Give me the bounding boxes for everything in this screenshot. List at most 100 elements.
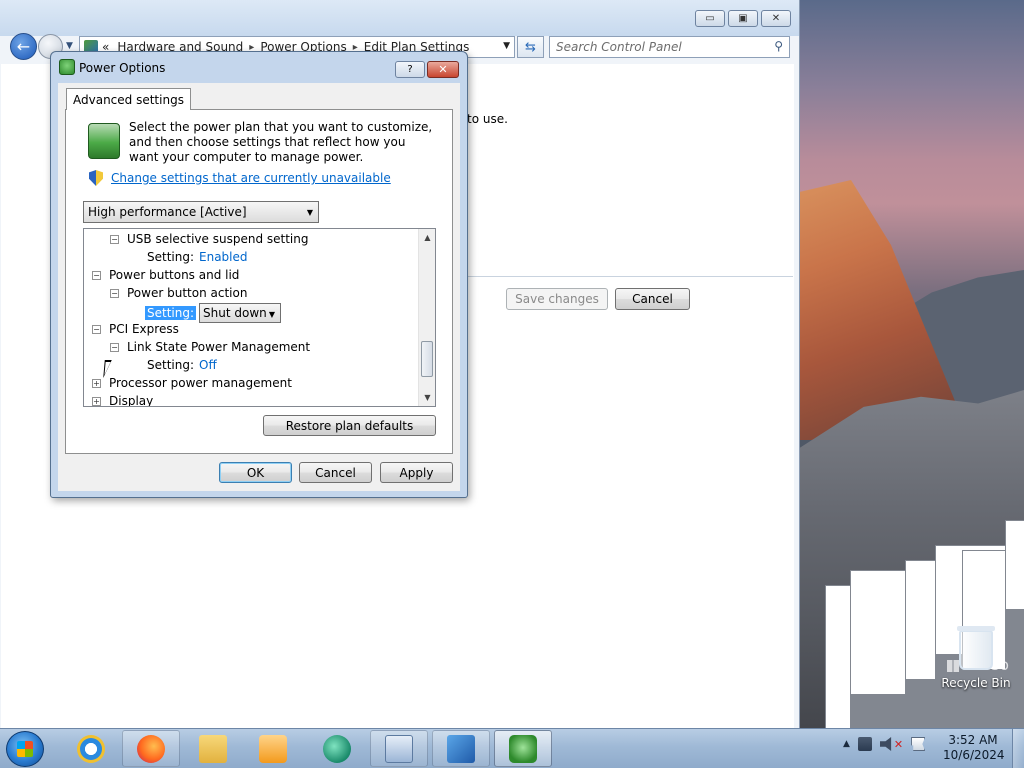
refresh-icon: ⇆ xyxy=(525,39,536,55)
chevron-down-icon: ▼ xyxy=(268,309,276,319)
network-settings-icon xyxy=(447,734,475,763)
volume-muted-icon[interactable] xyxy=(879,737,892,751)
power-button-action-dropdown[interactable]: Shut down ▼ xyxy=(199,302,282,323)
tree-node-pci-express[interactable]: − PCI Express xyxy=(92,320,179,338)
folder-icon xyxy=(199,734,227,763)
power-options-icon xyxy=(59,59,75,75)
minimize-button[interactable]: ▭ xyxy=(695,10,725,27)
power-plan-icon xyxy=(88,123,120,159)
back-button[interactable]: ← xyxy=(10,33,37,60)
maximize-button[interactable]: ▣ xyxy=(728,10,758,27)
change-settings-link[interactable]: Change settings that are currently unava… xyxy=(111,171,391,185)
expand-toggle-icon[interactable]: + xyxy=(92,378,101,388)
setting-label-selected: Setting: xyxy=(145,305,197,320)
setting-label: Setting: xyxy=(147,250,195,264)
tab-advanced-settings[interactable]: Advanced settings xyxy=(66,88,191,110)
close-button[interactable]: ✕ xyxy=(761,10,791,27)
control-panel-titlebar[interactable] xyxy=(0,0,799,36)
apply-button[interactable]: Apply xyxy=(380,462,453,483)
expand-toggle-icon[interactable]: + xyxy=(92,396,101,406)
setting-value[interactable]: Off xyxy=(199,358,217,372)
mouse-cursor-icon xyxy=(103,360,119,378)
window-controls: ▭ ▣ ✕ xyxy=(695,10,791,27)
search-icon[interactable]: ⚲ xyxy=(774,39,783,53)
tree-setting-usb[interactable]: Setting: Enabled xyxy=(147,248,248,266)
show-hidden-icons-button[interactable]: ▲ xyxy=(843,739,850,749)
taskbar-internet-explorer[interactable] xyxy=(62,730,120,767)
tree-node-power-buttons[interactable]: − Power buttons and lid xyxy=(92,266,239,284)
collapse-toggle-icon[interactable]: − xyxy=(110,288,119,298)
show-desktop-button[interactable] xyxy=(1012,729,1024,768)
tree-node-label: USB selective suspend setting xyxy=(127,232,309,246)
taskbar-control-panel[interactable] xyxy=(370,730,428,767)
internet-explorer-icon xyxy=(77,734,105,763)
taskbar-power-options[interactable] xyxy=(494,730,552,767)
collapse-toggle-icon[interactable]: − xyxy=(92,270,101,280)
system-clock[interactable]: 3:52 AM 10/6/2024 xyxy=(943,733,1005,763)
advanced-settings-panel: Select the power plan that you want to c… xyxy=(65,109,453,454)
dialog-close-button[interactable]: ✕ xyxy=(427,61,459,78)
taskbar-media-player[interactable] xyxy=(244,730,302,767)
tree-node-display[interactable]: + Display xyxy=(92,392,154,407)
recycle-bin-icon xyxy=(957,626,995,670)
muted-x-icon: ✕ xyxy=(893,737,904,751)
taskbar: ▲ ✕ 3:52 AM 10/6/2024 xyxy=(0,728,1024,768)
firefox-icon xyxy=(137,734,165,763)
tree-node-label: Processor power management xyxy=(109,376,292,390)
taskbar-green-app[interactable] xyxy=(308,730,366,767)
search-input[interactable]: Search Control Panel ⚲ xyxy=(549,36,790,58)
dialog-body: Advanced settings Select the power plan … xyxy=(58,83,460,491)
collapse-toggle-icon[interactable]: − xyxy=(110,342,119,352)
tree-node-link-state[interactable]: − Link State Power Management xyxy=(110,338,310,356)
network-icon[interactable] xyxy=(857,737,872,751)
tree-node-label: PCI Express xyxy=(109,322,179,336)
help-button[interactable]: ? xyxy=(395,61,425,78)
power-options-dialog: Power Options ? ✕ Advanced settings Sele… xyxy=(50,51,468,498)
cancel-button[interactable]: Cancel xyxy=(615,288,690,310)
taskbar-network[interactable] xyxy=(432,730,490,767)
control-panel-window-icon xyxy=(385,734,413,763)
restore-plan-defaults-button[interactable]: Restore plan defaults xyxy=(263,415,436,436)
media-player-icon xyxy=(259,734,287,763)
tree-node-label: Power buttons and lid xyxy=(109,268,240,282)
recycle-bin-shortcut[interactable]: Recycle Bin xyxy=(938,626,1014,690)
refresh-button[interactable]: ⇆ xyxy=(517,36,544,58)
intro-text: Select the power plan that you want to c… xyxy=(129,120,433,164)
chevron-down-icon: ▼ xyxy=(306,208,313,217)
tree-scrollbar[interactable]: ▲ ▼ xyxy=(418,229,435,406)
instruction-text: to use. xyxy=(467,112,508,126)
dialog-cancel-button[interactable]: Cancel xyxy=(299,462,372,483)
dialog-title: Power Options xyxy=(79,61,166,75)
address-dropdown-icon[interactable]: ▼ xyxy=(503,41,510,51)
tree-node-label: Power button action xyxy=(127,286,248,300)
tree-node-usb-selective-suspend[interactable]: − USB selective suspend setting xyxy=(110,230,308,248)
clock-date: 10/6/2024 xyxy=(943,748,1005,762)
save-changes-button[interactable]: Save changes xyxy=(506,288,608,310)
uac-shield-icon xyxy=(89,170,103,186)
settings-tree[interactable]: − USB selective suspend setting Setting:… xyxy=(83,228,436,407)
collapse-toggle-icon[interactable]: − xyxy=(92,324,101,334)
ok-button[interactable]: OK xyxy=(219,462,292,483)
system-tray: ▲ ✕ xyxy=(843,737,926,751)
power-plan-dropdown[interactable]: High performance [Active] ▼ xyxy=(83,201,319,223)
taskbar-file-explorer[interactable] xyxy=(184,730,242,767)
action-center-flag-icon[interactable] xyxy=(911,737,926,751)
tree-node-processor[interactable]: + Processor power management xyxy=(92,374,292,392)
clock-time: 3:52 AM xyxy=(948,733,998,747)
collapse-toggle-icon[interactable]: − xyxy=(110,234,119,244)
scrollbar-thumb[interactable] xyxy=(421,341,433,377)
setting-value[interactable]: Enabled xyxy=(199,250,248,264)
back-arrow-icon: ← xyxy=(16,37,31,56)
power-options-taskbar-icon xyxy=(509,734,537,763)
power-plan-selected: High performance [Active] xyxy=(88,205,247,219)
recent-pages-dropdown[interactable]: ▼ xyxy=(66,41,73,51)
tree-node-power-button-action[interactable]: − Power button action xyxy=(110,284,247,302)
windows-flag-icon xyxy=(17,741,33,757)
tree-setting-link-state[interactable]: Setting: Off xyxy=(147,356,217,374)
start-button[interactable] xyxy=(6,731,44,767)
taskbar-firefox[interactable] xyxy=(122,730,180,767)
search-placeholder: Search Control Panel xyxy=(556,40,682,54)
tree-node-label: Display xyxy=(109,394,154,407)
scroll-down-icon[interactable]: ▼ xyxy=(419,389,435,406)
scroll-up-icon[interactable]: ▲ xyxy=(419,229,435,246)
